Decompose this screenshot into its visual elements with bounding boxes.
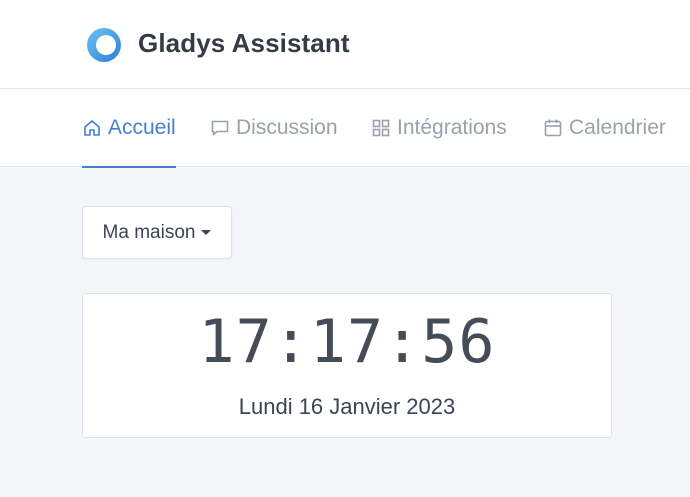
header-bar: Gladys Assistant <box>0 0 690 89</box>
clock-widget: 17:17:56 Lundi 16 Janvier 2023 <box>82 293 612 438</box>
chat-icon <box>211 120 229 136</box>
tab-discussion[interactable]: Discussion <box>210 89 338 167</box>
house-selector-dropdown[interactable]: Ma maison <box>82 206 232 259</box>
grid-icon <box>372 119 390 137</box>
tab-integrations-label: Intégrations <box>397 116 507 139</box>
calendar-icon <box>544 119 562 137</box>
app-title[interactable]: Gladys Assistant <box>138 28 350 59</box>
clock-time: 17:17:56 <box>198 307 496 377</box>
tab-discussion-label: Discussion <box>236 116 338 139</box>
tab-calendrier-label: Calendrier <box>569 116 666 139</box>
tab-calendrier[interactable]: Calendrier <box>543 89 666 167</box>
clock-date: Lundi 16 Janvier 2023 <box>238 394 456 419</box>
home-icon <box>84 120 100 136</box>
tab-integrations[interactable]: Intégrations <box>371 89 507 167</box>
house-selector-label: Ma maison <box>102 221 196 243</box>
gladys-logo-icon[interactable] <box>85 27 123 63</box>
caret-down-icon <box>201 230 212 235</box>
tab-accueil-label: Accueil <box>108 116 176 139</box>
main-nav: Accueil Discussion Intégrations Calendri… <box>0 89 690 168</box>
tab-accueil[interactable]: Accueil <box>82 89 176 168</box>
